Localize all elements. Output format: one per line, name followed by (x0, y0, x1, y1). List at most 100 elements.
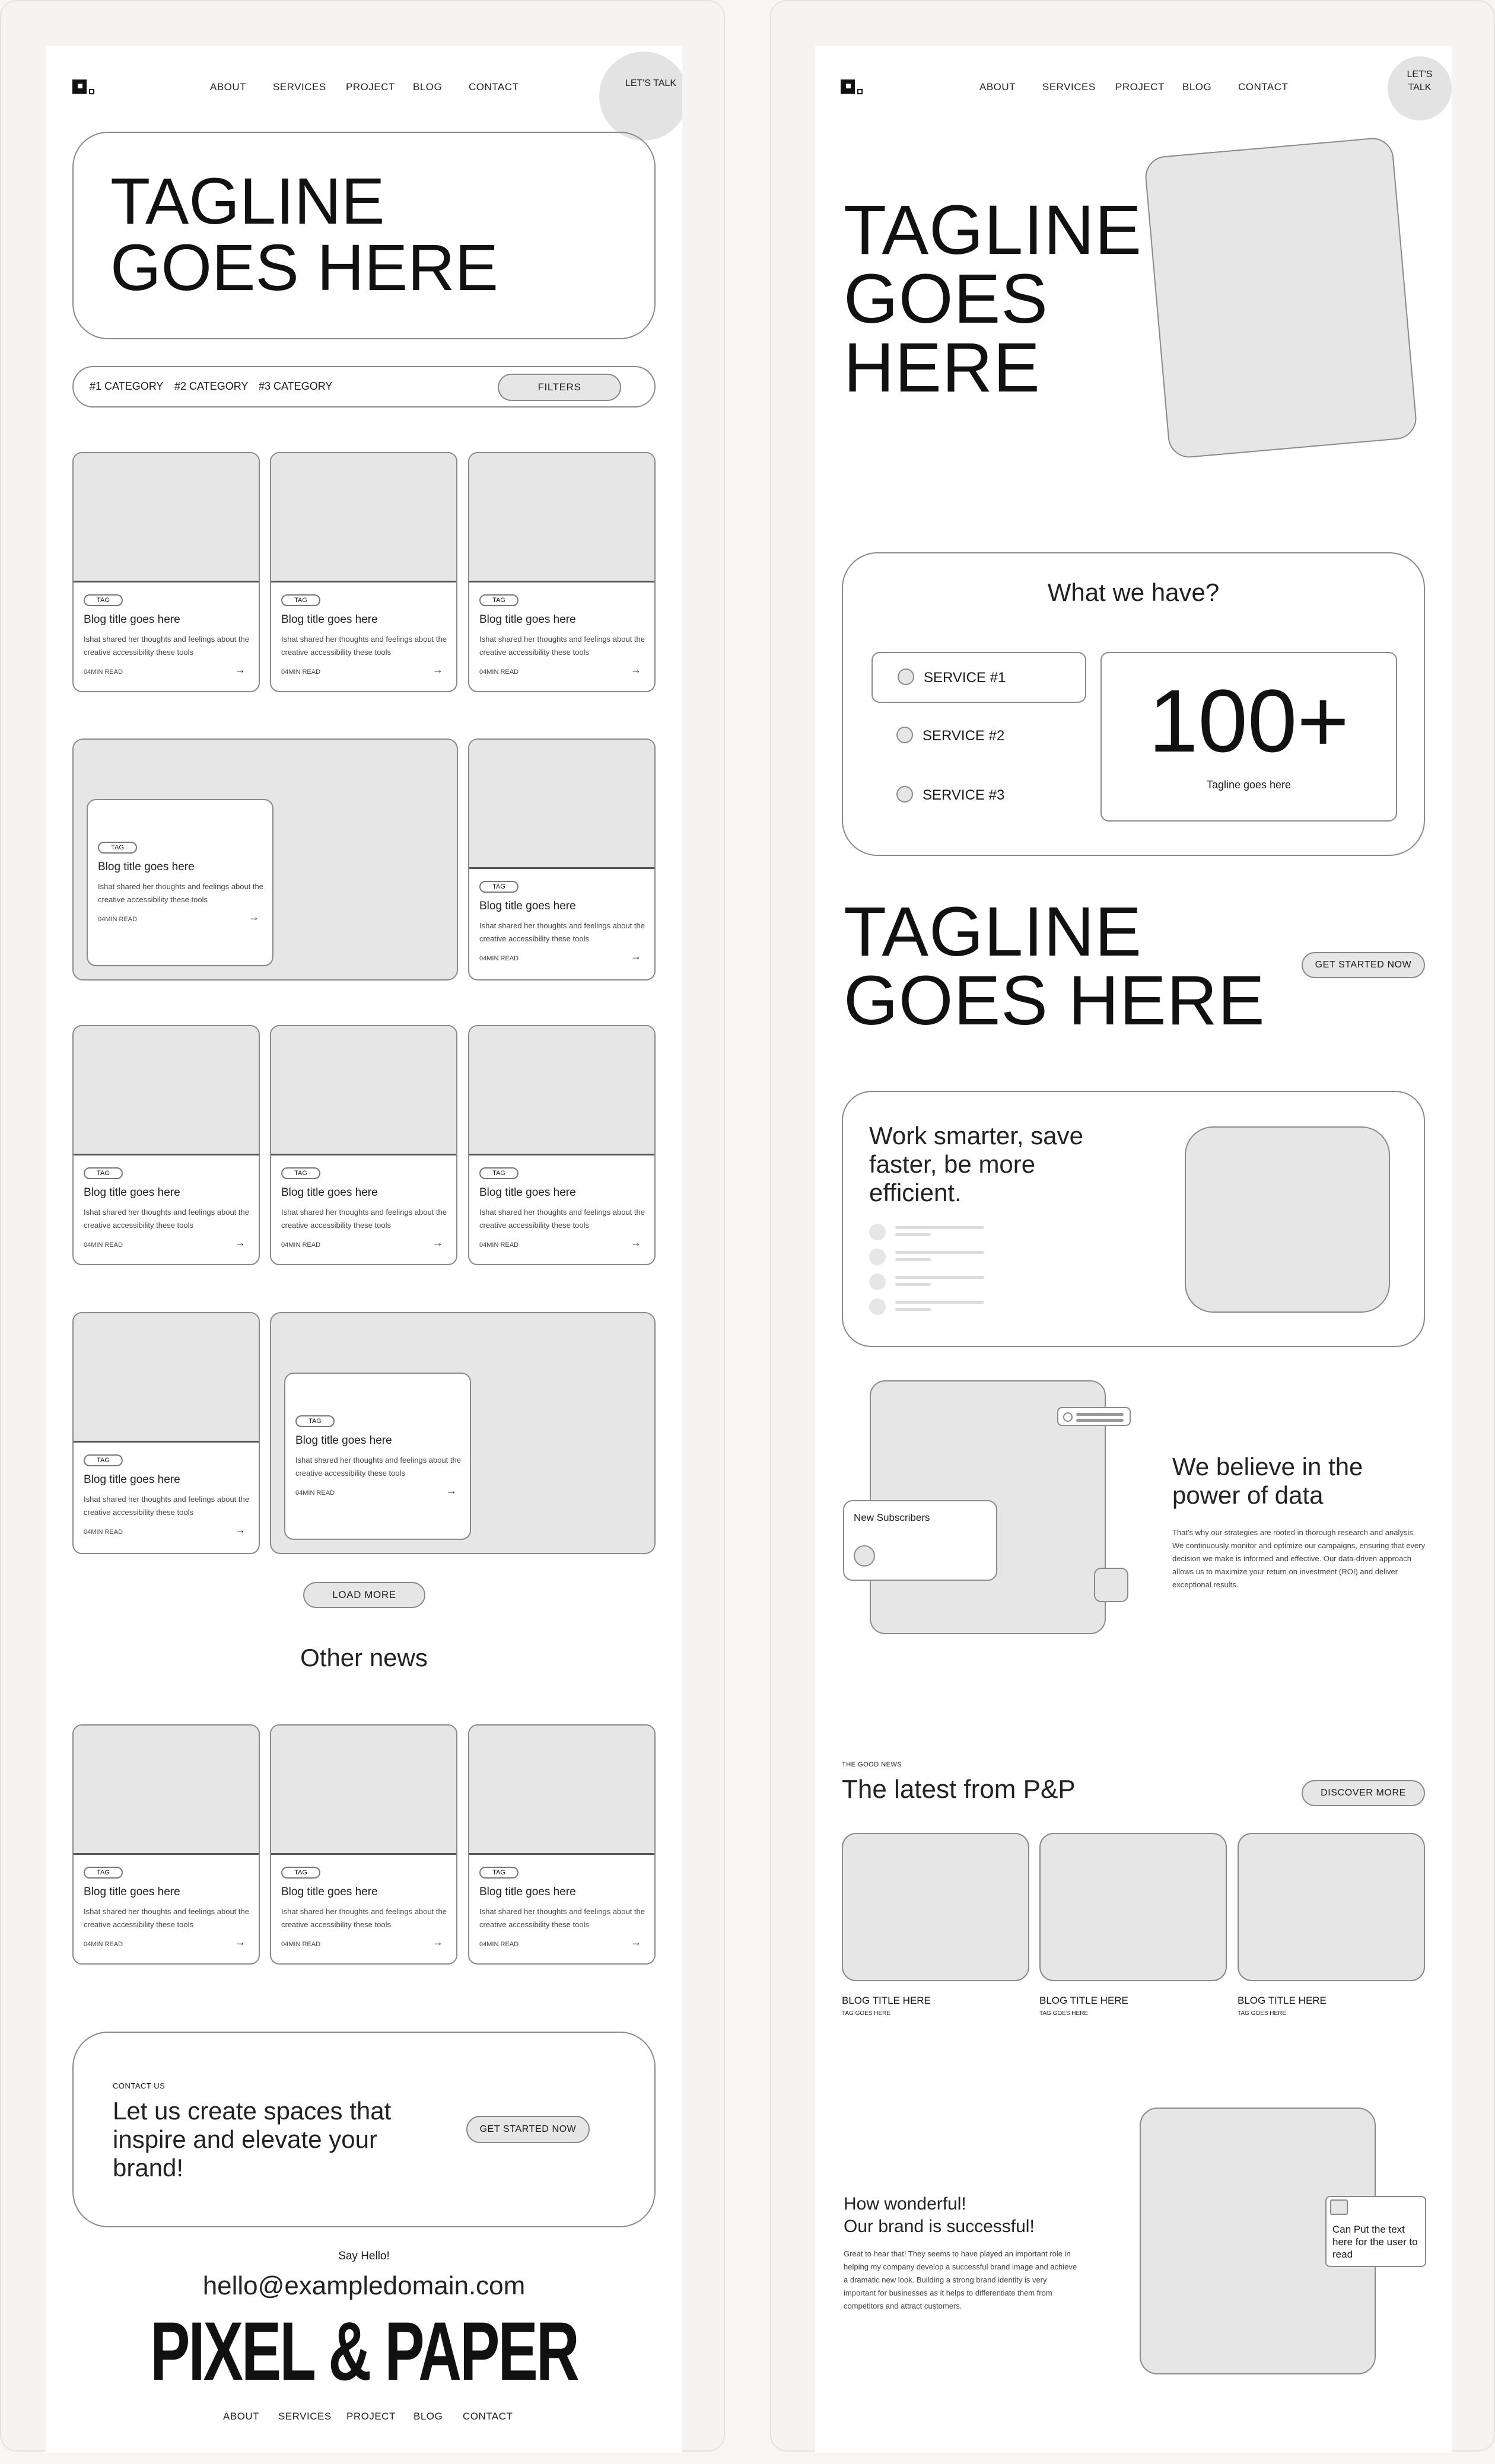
arrow-right-icon[interactable]: → (235, 1524, 246, 1536)
nav-blog[interactable]: BLOG (413, 81, 442, 93)
logo-icon[interactable] (72, 79, 96, 97)
logo-icon[interactable] (841, 79, 864, 97)
mini-square-placeholder (1094, 1568, 1128, 1602)
right-frame: ABOUT SERVICES PROJECT BLOG CONTACT LET'… (770, 0, 1495, 2453)
card-title: Blog title goes here (84, 613, 180, 626)
blog-card[interactable]: TAG Blog title goes here Ishat shared he… (468, 738, 656, 980)
arrow-right-icon[interactable]: → (446, 1485, 457, 1497)
footer-blog[interactable]: BLOG (413, 2411, 443, 2422)
arrow-right-icon[interactable]: → (235, 664, 246, 676)
card-tag: TAG (84, 1454, 123, 1466)
arrow-right-icon[interactable]: → (432, 1936, 443, 1949)
hero-tagline: TAGLINE GOES HERE (844, 191, 1143, 407)
category-1[interactable]: #1 CATEGORY (90, 380, 163, 393)
other-news-heading: Other news (300, 1644, 428, 1672)
card-read-time: 04MIN READ (84, 1241, 123, 1249)
nav-services[interactable]: SERVICES (1042, 81, 1096, 93)
nav-blog[interactable]: BLOG (1182, 81, 1211, 93)
service-item-1[interactable]: SERVICE #1 (871, 652, 1086, 703)
arrow-right-icon[interactable]: → (631, 1237, 641, 1249)
arrow-right-icon[interactable]: → (235, 1237, 246, 1249)
service-item-2[interactable]: SERVICE #2 (871, 711, 1086, 762)
mini-chip (1057, 1407, 1131, 1426)
filters-button[interactable]: FILTERS (498, 374, 621, 401)
nav-project[interactable]: PROJECT (1115, 81, 1165, 93)
nav-about[interactable]: ABOUT (210, 81, 246, 93)
card-title: Blog title goes here (479, 1186, 576, 1199)
arrow-right-icon[interactable]: → (432, 1237, 443, 1249)
avatar (854, 1545, 875, 1567)
load-more-button[interactable]: LOAD MORE (303, 1582, 425, 1608)
card-image (469, 1726, 654, 1855)
blog-card[interactable]: TAG Blog title goes here Ishat shared he… (72, 1312, 260, 1554)
get-started-button[interactable]: GET STARTED NOW (1302, 952, 1425, 978)
contact-cta-box: CONTACT US Let us create spaces that ins… (72, 2032, 656, 2227)
card-tag: TAG (84, 594, 123, 606)
contact-email[interactable]: hello@exampledomain.com (46, 2271, 682, 2301)
latest-blog-title[interactable]: BLOG TITLE HERE (1238, 1995, 1327, 2007)
blog-card[interactable]: TAG Blog title goes here Ishat shared he… (468, 452, 656, 692)
lets-talk-button[interactable]: LET'S TALK (599, 52, 682, 141)
blog-card[interactable]: TAG Blog title goes here Ishat shared he… (270, 452, 457, 692)
wonder-body: Great to hear that! They seems to have p… (844, 2249, 1077, 2310)
blog-card[interactable]: TAG Blog title goes here Ishat shared he… (72, 1724, 260, 1965)
card-image (271, 1026, 456, 1155)
card-desc: Ishat shared her thoughts and feelings a… (84, 1907, 249, 1929)
arrow-right-icon[interactable]: → (631, 664, 641, 676)
footer-services[interactable]: SERVICES (278, 2411, 332, 2422)
say-hello: Say Hello! (338, 2250, 390, 2262)
blog-card[interactable]: TAG Blog title goes here Ishat shared he… (72, 1025, 260, 1265)
card-image (271, 453, 456, 582)
get-started-button[interactable]: GET STARTED NOW (466, 2116, 590, 2143)
card-read-time: 04MIN READ (84, 1529, 123, 1536)
radio-icon (898, 668, 914, 685)
footer-about[interactable]: ABOUT (223, 2411, 259, 2422)
card-tag: TAG (479, 594, 519, 606)
work-heading: Work smarter, save faster, be more effic… (869, 1122, 1083, 1206)
card-tag: TAG (295, 1415, 335, 1427)
nav-contact[interactable]: CONTACT (1238, 81, 1288, 93)
lets-talk-button[interactable]: LET'S TALK (1388, 56, 1452, 120)
blog-card[interactable]: TAG Blog title goes here Ishat shared he… (270, 1025, 457, 1265)
blog-card[interactable]: TAG Blog title goes here Ishat shared he… (270, 1724, 457, 1965)
card-desc: Ishat shared her thoughts and feelings a… (84, 635, 249, 657)
category-3[interactable]: #3 CATEGORY (259, 380, 332, 393)
latest-blog-title[interactable]: BLOG TITLE HERE (842, 1995, 931, 2007)
featured-blog-card[interactable]: TAG Blog title goes here Ishat shared he… (72, 738, 458, 980)
blog-card[interactable]: TAG Blog title goes here Ishat shared he… (468, 1025, 656, 1265)
blog-card[interactable]: TAG Blog title goes here Ishat shared he… (468, 1724, 656, 1965)
footer-contact[interactable]: CONTACT (463, 2411, 513, 2422)
card-read-time: 04MIN READ (479, 1941, 519, 1948)
card-read-time: 04MIN READ (295, 1489, 335, 1497)
latest-blog-image[interactable] (1238, 1833, 1425, 1981)
filter-bar: #1 CATEGORY #2 CATEGORY #3 CATEGORY FILT… (72, 366, 656, 408)
featured-blog-card[interactable]: TAG Blog title goes here Ishat shared he… (270, 1312, 656, 1554)
card-read-time: 04MIN READ (281, 1941, 321, 1948)
card-desc: Ishat shared her thoughts and feelings a… (281, 1208, 447, 1230)
arrow-right-icon[interactable]: → (432, 664, 443, 676)
arrow-right-icon[interactable]: → (235, 1936, 246, 1949)
featured-card-panel: TAG Blog title goes here Ishat shared he… (284, 1373, 471, 1540)
card-image (469, 1026, 654, 1155)
footer-project[interactable]: PROJECT (346, 2411, 396, 2422)
service-item-3[interactable]: SERVICE #3 (871, 771, 1086, 822)
card-tag: TAG (84, 1867, 123, 1879)
nav-services[interactable]: SERVICES (273, 81, 326, 93)
note-text: Can Put the text here for the user to re… (1332, 2224, 1418, 2260)
arrow-right-icon[interactable]: → (631, 1936, 641, 1949)
discover-more-button[interactable]: DISCOVER MORE (1302, 1780, 1425, 1806)
wonder-heading: How wonderful! Our brand is successful! (844, 2194, 1035, 2236)
blog-card[interactable]: TAG Blog title goes here Ishat shared he… (72, 452, 260, 692)
hero-box: TAGLINE GOES HERE (72, 132, 656, 339)
arrow-right-icon[interactable]: → (249, 911, 259, 924)
nav-contact[interactable]: CONTACT (469, 81, 519, 93)
nav-about[interactable]: ABOUT (979, 81, 1016, 93)
latest-blog-image[interactable] (1039, 1833, 1227, 1981)
latest-blog-title[interactable]: BLOG TITLE HERE (1039, 1995, 1128, 2007)
latest-blog-image[interactable] (842, 1833, 1029, 1981)
category-2[interactable]: #2 CATEGORY (174, 380, 248, 393)
card-read-time: 04MIN READ (281, 668, 321, 676)
card-desc: Ishat shared her thoughts and feelings a… (281, 1907, 447, 1929)
arrow-right-icon[interactable]: → (631, 950, 641, 963)
nav-project[interactable]: PROJECT (346, 81, 395, 93)
